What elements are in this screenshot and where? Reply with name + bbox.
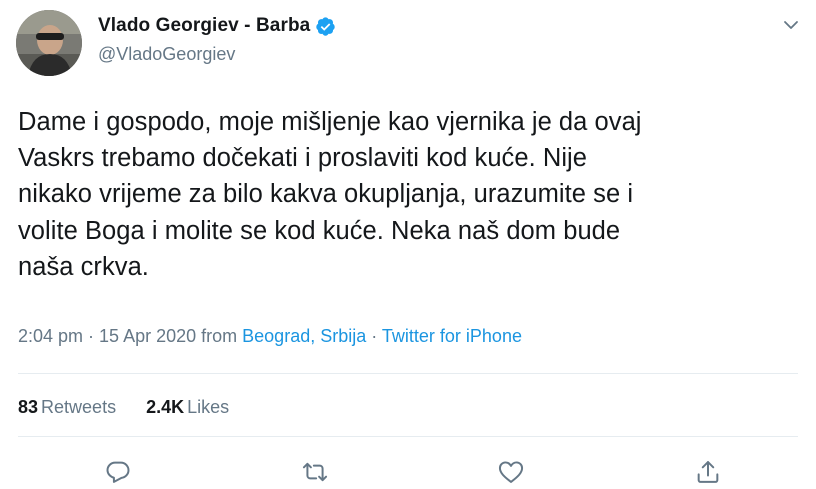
retweet-icon[interactable]	[301, 458, 329, 486]
tweet-text-line: Vaskrs trebamo dočekati i proslaviti kod…	[18, 144, 587, 173]
retweets-count: 83	[18, 397, 39, 417]
tweet-stats: 83 Retweets 2.4K Likes	[18, 397, 259, 418]
likes-count: 2.4K	[146, 397, 185, 417]
source-link[interactable]: Twitter for iPhone	[382, 326, 522, 346]
tweet-text-line: naša crkva.	[18, 252, 149, 281]
divider	[18, 436, 798, 437]
tweet-meta: 2:04 pm · 15 Apr 2020 from Beograd, Srbi…	[18, 326, 522, 347]
tweet-text-line: nikako vrijeme za bilo kakva okupljanja,…	[18, 180, 634, 209]
tweet-text-line: volite Boga i molite se kod kuće. Neka n…	[18, 216, 621, 245]
retweets-stat[interactable]: 83 Retweets	[18, 397, 116, 418]
tweet-date[interactable]: 15 Apr 2020	[99, 326, 196, 346]
verified-badge-icon	[315, 16, 336, 37]
author-handle[interactable]: @VladoGeorgiev	[98, 44, 336, 65]
display-name[interactable]: Vlado Georgiev - Barba	[98, 15, 310, 37]
likes-label: Likes	[187, 397, 230, 417]
meta-separator: ·	[83, 326, 100, 346]
meta-separator: ·	[366, 326, 382, 346]
location-link[interactable]: Beograd, Srbija	[242, 326, 366, 346]
reply-icon[interactable]	[104, 458, 132, 486]
tweet-text: Dame i gospodo, moje mišljenje kao vjern…	[18, 104, 808, 285]
tweet-card: Vlado Georgiev - Barba @VladoGeorgiev Da…	[0, 0, 816, 489]
avatar[interactable]	[16, 10, 82, 76]
avatar-image	[16, 10, 82, 76]
likes-stat[interactable]: 2.4K Likes	[146, 397, 229, 418]
author-block: Vlado Georgiev - Barba @VladoGeorgiev	[98, 13, 336, 65]
action-bar	[0, 458, 816, 486]
retweets-label: Retweets	[41, 397, 117, 417]
divider	[18, 373, 798, 374]
chevron-down-icon[interactable]	[782, 16, 800, 34]
tweet-time[interactable]: 2:04 pm	[18, 326, 83, 346]
name-row: Vlado Georgiev - Barba	[98, 13, 336, 39]
meta-from: from	[196, 326, 243, 346]
tweet-text-line: Dame i gospodo, moje mišljenje kao vjern…	[18, 108, 642, 136]
share-icon[interactable]	[694, 458, 722, 486]
heart-icon[interactable]	[497, 458, 525, 486]
